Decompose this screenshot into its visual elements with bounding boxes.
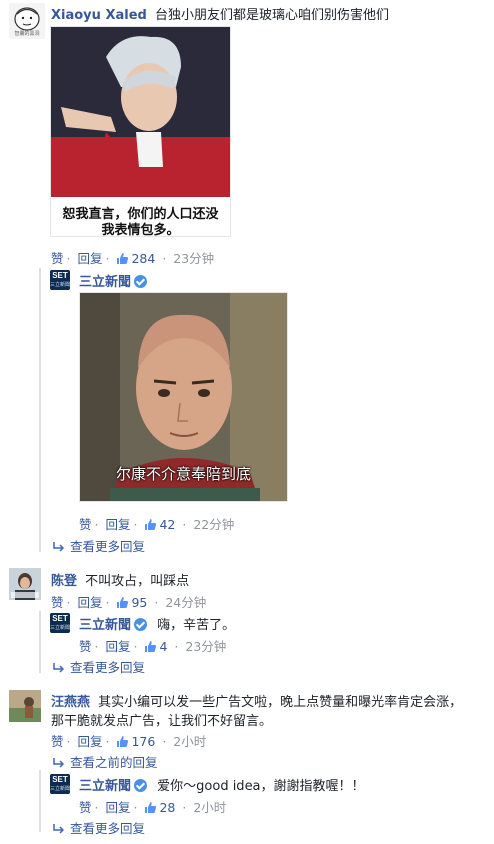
- page-avatar-logo[interactable]: SET 三立新聞: [50, 613, 70, 633]
- verified-badge-icon: [134, 618, 148, 631]
- reply-text: 爱你～good idea，謝謝指教喔！！: [157, 779, 365, 794]
- logo-subtext: 三立新聞: [50, 786, 71, 792]
- timestamp[interactable]: 23分钟: [173, 251, 214, 266]
- like-link[interactable]: 赞: [79, 517, 92, 532]
- logo-text: SET: [52, 614, 68, 623]
- reply-link[interactable]: 回复: [77, 734, 102, 749]
- comment-actions: 赞 · 回复 · 95 · 24分钟: [51, 595, 207, 610]
- avatar[interactable]: [9, 690, 41, 722]
- reply-text: 嗨，辛苦了。: [157, 618, 236, 633]
- comment-text-continued: 那干脆就发点广告，让我们不好留言。: [51, 714, 273, 729]
- like-count[interactable]: 176: [116, 734, 159, 749]
- comment-text: 不叫攻占，叫踩点: [85, 574, 190, 589]
- meme-caption: 尔康不介意奉陪到底: [115, 465, 251, 483]
- reply-link[interactable]: 回复: [77, 251, 102, 266]
- reply-arrow-icon: [53, 758, 64, 768]
- user-photo: [9, 690, 41, 722]
- like-count[interactable]: 28: [144, 800, 179, 815]
- timestamp[interactable]: 2小时: [173, 734, 206, 749]
- verified-badge-icon: [134, 779, 148, 792]
- like-count[interactable]: 4: [144, 639, 171, 654]
- timestamp[interactable]: 24分钟: [165, 595, 206, 610]
- like-count-value: 95: [131, 595, 148, 610]
- like-count-value: 4: [159, 639, 168, 654]
- thumbs-up-icon: [145, 802, 157, 813]
- like-link[interactable]: 赞: [51, 595, 64, 610]
- comment-actions: 赞 · 回复 · 4 · 23分钟: [79, 639, 227, 654]
- page-avatar-logo[interactable]: SET 三立新聞: [50, 270, 70, 290]
- user-photo: [9, 568, 41, 600]
- reply-link[interactable]: 回复: [77, 595, 102, 610]
- meme-image[interactable]: 尔康不介意奉陪到底: [79, 292, 288, 502]
- logo-subtext: 三立新聞: [50, 282, 71, 288]
- author-name[interactable]: 汪燕燕: [51, 695, 90, 710]
- verified-badge-icon: [134, 275, 148, 288]
- comment-header: 汪燕燕 其实小编可以发一些广告文啦，晚上点赞量和曝光率肯定会涨，: [51, 691, 462, 710]
- thumbs-up-icon: [117, 253, 129, 264]
- author-name[interactable]: 陈登: [51, 574, 77, 589]
- author-name[interactable]: 三立新聞: [79, 618, 131, 633]
- timestamp[interactable]: 23分钟: [185, 639, 226, 654]
- comment-text: 台独小朋友们都是玻璃心咱们别伤害他们: [154, 8, 389, 23]
- view-more-replies-link[interactable]: 查看更多回复: [52, 657, 145, 676]
- view-previous-label: 查看之前的回复: [70, 755, 158, 770]
- comment-header: Xiaoyu Xaled 台独小朋友们都是玻璃心咱们别伤害他们: [51, 4, 389, 23]
- timestamp[interactable]: 22分钟: [193, 517, 234, 532]
- reply-arrow-icon: [53, 663, 64, 673]
- avatar-caption: 智囊的黑洞: [14, 31, 40, 37]
- like-count[interactable]: 95: [116, 595, 151, 610]
- avatar[interactable]: [9, 568, 41, 600]
- thread-line: [39, 268, 41, 552]
- thread-line: [39, 770, 41, 832]
- meme-caption: 我表情包多。: [101, 223, 180, 237]
- meme-image[interactable]: 恕我直言，你们的人口还没 我表情包多。: [50, 26, 231, 237]
- timestamp[interactable]: 2小时: [193, 800, 226, 815]
- view-previous-replies-link[interactable]: 查看之前的回复: [52, 752, 158, 771]
- logo-text: SET: [52, 775, 68, 784]
- comment-actions: 赞 · 回复 · 176 · 2小时: [51, 734, 207, 749]
- like-count-value: 176: [131, 734, 156, 749]
- reply-arrow-icon: [53, 824, 64, 834]
- like-count[interactable]: 284: [116, 251, 159, 266]
- view-more-replies-link[interactable]: 查看更多回复: [52, 536, 145, 555]
- thread-line: [39, 611, 41, 673]
- author-name[interactable]: Xiaoyu Xaled: [51, 8, 147, 23]
- like-count[interactable]: 42: [144, 517, 179, 532]
- like-count-value: 284: [131, 251, 156, 266]
- view-more-label: 查看更多回复: [70, 821, 146, 836]
- reply-link[interactable]: 回复: [105, 639, 130, 654]
- comment-actions: 赞 · 回复 · 28 · 2小时: [79, 800, 227, 815]
- like-link[interactable]: 赞: [79, 639, 92, 654]
- logo-text: SET: [52, 271, 68, 280]
- reply-link[interactable]: 回复: [105, 517, 130, 532]
- thumbs-up-icon: [117, 736, 129, 747]
- reply-arrow-icon: [53, 542, 64, 552]
- thumbs-up-icon: [145, 641, 157, 652]
- reply-header: 三立新聞 爱你～good idea，謝謝指教喔！！: [79, 775, 365, 794]
- comment-actions: 赞 · 回复 · 42 · 22分钟: [79, 517, 235, 532]
- thumbs-up-icon: [145, 519, 157, 530]
- reply-header: 三立新聞: [79, 271, 148, 290]
- comment-actions: 赞 · 回复 · 284 · 23分钟: [51, 251, 215, 266]
- author-name[interactable]: 三立新聞: [79, 275, 131, 290]
- reply-header: 三立新聞 嗨，辛苦了。: [79, 614, 235, 633]
- pointing-idol-image: [51, 27, 230, 197]
- like-link[interactable]: 赞: [51, 251, 64, 266]
- like-count-value: 28: [159, 800, 176, 815]
- like-count-value: 42: [159, 517, 176, 532]
- like-link[interactable]: 赞: [51, 734, 64, 749]
- reply-link[interactable]: 回复: [105, 800, 130, 815]
- comment-header: 陈登 不叫攻占，叫踩点: [51, 570, 189, 589]
- comment-text: 其实小编可以发一些广告文啦，晚上点赞量和曝光率肯定会涨，: [98, 695, 463, 710]
- like-link[interactable]: 赞: [79, 800, 92, 815]
- thumbs-up-icon: [117, 597, 129, 608]
- view-more-label: 查看更多回复: [70, 539, 146, 554]
- author-name[interactable]: 三立新聞: [79, 779, 131, 794]
- logo-subtext: 三立新聞: [50, 625, 71, 631]
- page-avatar-logo[interactable]: SET 三立新聞: [50, 774, 70, 794]
- view-more-replies-link[interactable]: 查看更多回复: [52, 818, 145, 837]
- view-more-label: 查看更多回复: [70, 660, 146, 675]
